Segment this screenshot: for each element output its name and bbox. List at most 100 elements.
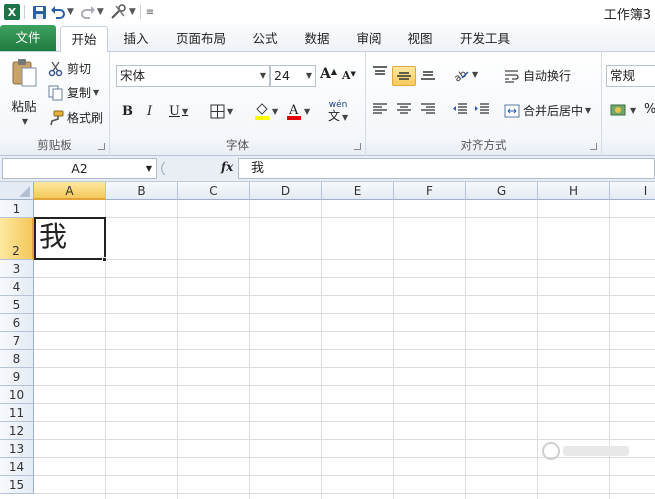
row-header-8[interactable]: 8 [0, 350, 34, 368]
excel-logo-icon[interactable]: X [4, 4, 20, 20]
wrap-text-button[interactable]: 自动换行 [504, 67, 571, 84]
row-header-15[interactable]: 15 [0, 476, 34, 494]
tab-developer[interactable]: 开发工具 [452, 26, 518, 52]
format-painter-button[interactable]: 格式刷 [48, 109, 103, 126]
gridline [34, 331, 655, 332]
row-header-13[interactable]: 13 [0, 440, 34, 458]
tools-icon[interactable] [110, 2, 128, 22]
redo-icon[interactable] [80, 2, 96, 22]
grow-font-button[interactable]: A ▲ [320, 66, 337, 82]
column-header-c[interactable]: C [178, 182, 250, 200]
tab-data[interactable]: 数据 [296, 26, 338, 52]
font-size-combo[interactable]: 24 ▼ [270, 65, 316, 87]
decrease-indent-button[interactable] [452, 102, 468, 116]
bold-button[interactable]: B [122, 104, 133, 119]
column-header-i[interactable]: I [610, 182, 655, 200]
phonetic-button[interactable]: wén 文 ▼ [328, 100, 348, 124]
redo-dropdown-icon[interactable]: ▼ [97, 7, 104, 17]
column-header-h[interactable]: H [538, 182, 610, 200]
paste-button[interactable]: 粘贴 ▼ [6, 58, 42, 126]
merge-center-button[interactable]: 合并后居中 ▼ [504, 102, 591, 119]
column-header-a[interactable]: A [34, 182, 106, 200]
font-name-combo[interactable]: 宋体 ▼ [116, 65, 270, 87]
wrap-text-icon [504, 69, 520, 83]
column-header-e[interactable]: E [322, 182, 394, 200]
row-header-5[interactable]: 5 [0, 296, 34, 314]
window-title: 工作簿3 [603, 8, 651, 23]
cut-button[interactable]: 剪切 [48, 60, 91, 77]
clipboard-group-label: 剪贴板 [37, 138, 72, 152]
number-format-combo[interactable]: 常规 [606, 65, 655, 87]
align-left-icon [372, 102, 388, 116]
orientation-button[interactable]: ab ▼ [452, 66, 479, 82]
accounting-format-button[interactable]: ▼ [610, 102, 636, 118]
ribbon-tabs: 文件 开始 插入 页面布局 公式 数据 审阅 视图 开发工具 [0, 24, 655, 53]
increase-indent-button[interactable] [474, 102, 490, 116]
accounting-dropdown-icon: ▼ [630, 105, 637, 115]
worksheet-grid[interactable]: ABCDEFGHI 1 2 3 4 5 6 7 8 9 10 11 12 13 14 15 我 [0, 182, 655, 499]
align-middle-button[interactable] [392, 66, 416, 86]
column-header-f[interactable]: F [394, 182, 466, 200]
tab-file[interactable]: 文件 [0, 25, 56, 51]
column-header-d[interactable]: D [250, 182, 322, 200]
shrink-font-button[interactable]: A ▼ [342, 69, 356, 82]
align-top-button[interactable] [372, 66, 388, 80]
save-icon[interactable] [32, 2, 47, 22]
font-launcher-icon[interactable] [354, 143, 361, 150]
row-header-12[interactable]: 12 [0, 422, 34, 440]
row-header-7[interactable]: 7 [0, 332, 34, 350]
tools-dropdown-icon[interactable]: ▼ [129, 7, 136, 17]
font-color-button[interactable]: A ▼ [286, 102, 310, 120]
row-header-4[interactable]: 4 [0, 278, 34, 296]
shrink-font-label: A [342, 69, 351, 82]
row-header-3[interactable]: 3 [0, 260, 34, 278]
row-header-10[interactable]: 10 [0, 386, 34, 404]
tab-formulas[interactable]: 公式 [244, 26, 286, 52]
column-header-b[interactable]: B [106, 182, 178, 200]
tab-page-layout[interactable]: 页面布局 [170, 26, 232, 52]
fill-color-dropdown-icon: ▼ [272, 106, 279, 116]
merge-center-label: 合并后居中 [523, 104, 584, 118]
alignment-launcher-icon[interactable] [590, 143, 597, 150]
row-header-6[interactable]: 6 [0, 314, 34, 332]
row-header-9[interactable]: 9 [0, 368, 34, 386]
customize-qa-icon[interactable]: ≡ [146, 7, 154, 18]
paste-label: 粘贴 [11, 99, 37, 114]
align-center-button[interactable] [396, 102, 412, 116]
fill-handle[interactable] [102, 257, 107, 262]
tab-home[interactable]: 开始 [60, 26, 108, 53]
percent-button[interactable]: % [644, 102, 655, 117]
text-orientation-icon: ab [452, 66, 470, 82]
tab-view[interactable]: 视图 [398, 26, 442, 52]
copy-button[interactable]: 复制 ▼ [48, 84, 99, 101]
fill-bucket-icon [254, 102, 270, 120]
tab-insert[interactable]: 插入 [114, 26, 158, 52]
name-box[interactable]: A2 ▼ [2, 158, 157, 179]
tab-review[interactable]: 审阅 [348, 26, 390, 52]
cell-a2[interactable]: 我 [34, 217, 106, 260]
gridline [34, 349, 655, 350]
align-right-button[interactable] [420, 102, 436, 116]
align-bottom-button[interactable] [420, 66, 436, 80]
underline-button[interactable]: U ▼ [169, 104, 188, 119]
row-header-2[interactable]: 2 [0, 218, 34, 260]
undo-dropdown-icon[interactable]: ▼ [67, 7, 74, 17]
fill-color-button[interactable]: ▼ [254, 102, 278, 120]
column-header-g[interactable]: G [466, 182, 538, 200]
row-header-11[interactable]: 11 [0, 404, 34, 422]
italic-button[interactable]: I [147, 104, 152, 119]
increase-indent-icon [474, 102, 490, 116]
undo-icon[interactable] [50, 2, 66, 22]
formula-input[interactable]: 我 [238, 158, 655, 179]
row-header-14[interactable]: 14 [0, 458, 34, 476]
select-all-corner[interactable] [0, 182, 34, 200]
alignment-group: ab ▼ 自动换行 合并后居中 ▼ 对齐方式 [366, 52, 602, 156]
alignment-group-label: 对齐方式 [460, 138, 507, 152]
borders-button[interactable]: ▼ [210, 104, 233, 119]
resize-handle-icon[interactable] [161, 158, 181, 179]
clipboard-launcher-icon[interactable] [98, 143, 105, 150]
align-right-icon [420, 102, 436, 116]
align-left-button[interactable] [372, 102, 388, 116]
row-header-1[interactable]: 1 [0, 200, 34, 218]
insert-function-icon[interactable]: fx [221, 160, 233, 174]
